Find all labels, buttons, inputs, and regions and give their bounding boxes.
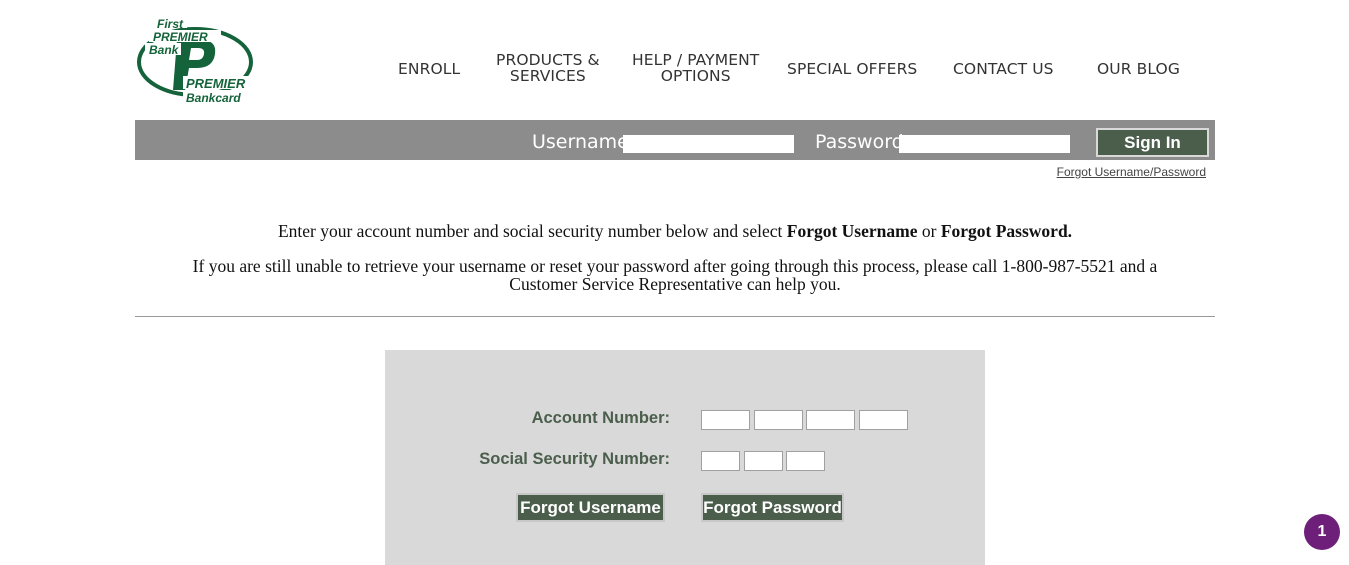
instructions-line2: If you are still unable to retrieve your… — [135, 257, 1215, 293]
ssn-field-2[interactable] — [744, 451, 783, 471]
instructions-forgot-username: Forgot Username — [786, 221, 918, 241]
nav-products-line1: PRODUCTS & — [496, 51, 600, 69]
instructions-line2b: Customer Service Representative can help… — [509, 274, 841, 294]
username-label: Username: — [532, 131, 636, 153]
logo-text-bankcard: Bankcard — [186, 91, 241, 105]
instructions-line1: Enter your account number and social sec… — [135, 222, 1215, 240]
nav-help-line1: HELP / PAYMENT — [632, 51, 760, 69]
nav-contact-us[interactable]: CONTACT US — [953, 61, 1054, 77]
password-input[interactable] — [899, 135, 1070, 153]
forgot-password-button[interactable]: Forgot Password — [701, 493, 844, 522]
account-number-field-1[interactable] — [701, 410, 750, 430]
nav-products-line2: SERVICES — [509, 67, 586, 85]
logo-text-bank: Bank — [149, 43, 180, 57]
account-number-label: Account Number: — [531, 409, 670, 427]
logo-text-first: First — [157, 17, 184, 31]
nav-enroll[interactable]: ENROLL — [398, 61, 460, 77]
nav-our-blog[interactable]: OUR BLOG — [1097, 61, 1180, 77]
forgot-username-button[interactable]: Forgot Username — [516, 493, 665, 522]
page-container: First PREMIER Bank PREMIER Bankcard ENRO… — [135, 0, 1215, 565]
nav-special-offers[interactable]: SPECIAL OFFERS — [787, 61, 917, 77]
ssn-field-3[interactable] — [786, 451, 825, 471]
instructions-forgot-password: Forgot Password. — [940, 221, 1073, 241]
forgot-username-password-link[interactable]: Forgot Username/Password — [1057, 165, 1206, 179]
first-premier-logo[interactable]: First PREMIER Bank PREMIER Bankcard — [135, 16, 259, 106]
logo-graphic: First PREMIER Bank PREMIER Bankcard — [137, 17, 257, 105]
recovery-form-panel: Account Number: Social Security Number: … — [385, 350, 985, 565]
notification-badge[interactable]: 1 — [1304, 514, 1340, 550]
instructions-or: or — [917, 221, 941, 241]
account-number-field-2[interactable] — [754, 410, 803, 430]
password-label: Password: — [815, 131, 911, 153]
account-number-field-4[interactable] — [859, 410, 908, 430]
login-bar: Username: Password: Sign In — [135, 120, 1215, 160]
account-number-field-3[interactable] — [806, 410, 855, 430]
nav-help-payment[interactable]: HELP / PAYMENT OPTIONS — [632, 52, 759, 84]
sign-in-button[interactable]: Sign In — [1096, 128, 1209, 157]
ssn-label: Social Security Number: — [479, 450, 670, 468]
section-divider — [135, 316, 1215, 317]
instructions-text: Enter your account number and social sec… — [277, 221, 787, 241]
logo-text-premier: PREMIER — [153, 30, 208, 44]
logo-text-premier-2: PREMIER — [186, 76, 246, 91]
instructions-line2a: If you are still unable to retrieve your… — [192, 256, 1158, 276]
nav-products-services[interactable]: PRODUCTS & SERVICES — [496, 52, 600, 84]
ssn-field-1[interactable] — [701, 451, 740, 471]
nav-help-line2: OPTIONS — [660, 67, 731, 85]
username-input[interactable] — [623, 135, 794, 153]
